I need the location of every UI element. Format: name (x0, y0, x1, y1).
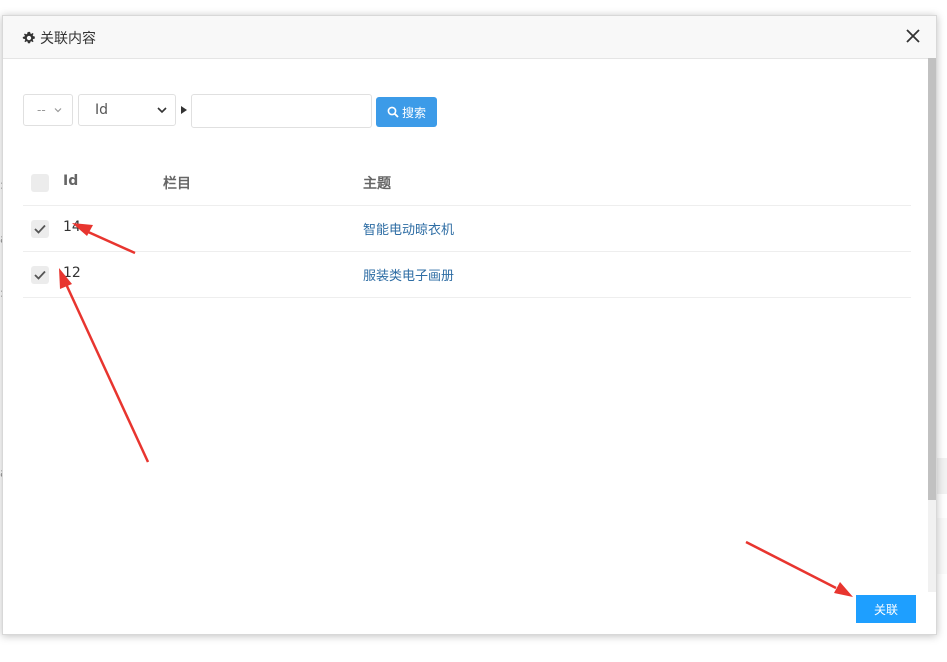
search-icon (387, 106, 399, 118)
search-button[interactable]: 搜索 (376, 97, 437, 127)
table-header-row: Id 栏目 主题 (23, 159, 911, 206)
table-row[interactable]: 12 服装类电子画册 (23, 251, 911, 298)
search-button-label: 搜索 (401, 105, 426, 120)
caret-right-icon (181, 106, 187, 114)
background-panel (937, 518, 947, 574)
search-input[interactable] (191, 94, 372, 128)
table-row[interactable]: 14 智能电动晾衣机 (23, 205, 911, 252)
dialog-header: 关联内容 (3, 16, 936, 59)
close-icon[interactable] (904, 27, 922, 45)
checkmark-icon (34, 270, 46, 280)
scrollbar-thumb[interactable] (928, 58, 936, 500)
field-select[interactable]: Id (78, 94, 176, 126)
row-checkbox[interactable] (31, 220, 49, 238)
operator-select-value: -- (37, 103, 46, 117)
related-content-dialog: 关联内容 -- Id 搜索 Id 栏目 主题 14 智能电动晾衣机 12 服装类… (2, 15, 937, 635)
column-header-column[interactable]: 栏目 (163, 173, 191, 193)
gear-icon (22, 31, 35, 44)
operator-select[interactable]: -- (23, 94, 73, 126)
field-select-value: Id (95, 102, 109, 118)
chevron-down-icon (54, 108, 62, 113)
chevron-down-icon (157, 107, 167, 114)
column-header-topic[interactable]: 主题 (363, 173, 391, 193)
column-header-id[interactable]: Id (63, 173, 78, 189)
row-checkbox[interactable] (31, 266, 49, 284)
select-all-checkbox[interactable] (31, 174, 49, 192)
background-panel (937, 458, 947, 494)
checkmark-icon (34, 224, 46, 234)
row-id: 14 (63, 219, 81, 235)
dialog-title: 关联内容 (22, 28, 96, 48)
link-confirm-button-label: 关联 (873, 602, 898, 617)
row-topic-link[interactable]: 智能电动晾衣机 (363, 219, 454, 238)
row-id: 12 (63, 265, 81, 281)
link-confirm-button[interactable]: 关联 (856, 595, 916, 623)
row-topic-link[interactable]: 服装类电子画册 (363, 265, 454, 284)
dialog-title-text: 关联内容 (40, 31, 96, 47)
